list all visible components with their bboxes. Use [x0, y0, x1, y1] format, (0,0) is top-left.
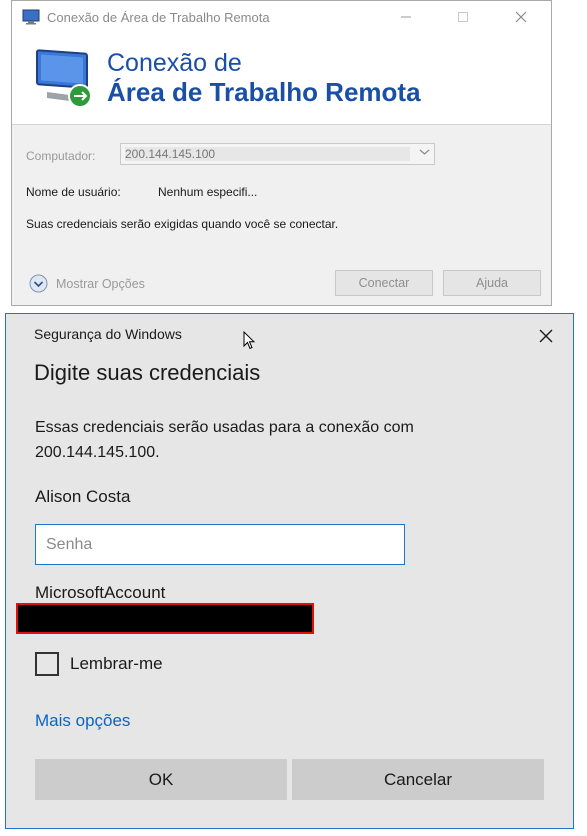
- rdp-window: Conexão de Área de Trabalho Remota Conex…: [11, 0, 552, 306]
- maximize-icon: [458, 12, 468, 22]
- rdp-monitor-icon: [36, 49, 92, 108]
- rdp-window-title: Conexão de Área de Trabalho Remota: [47, 10, 270, 25]
- username-label: Nome de usuário:: [26, 185, 121, 199]
- help-button[interactable]: Ajuda: [443, 270, 541, 296]
- close-icon: [539, 329, 553, 343]
- cancel-button[interactable]: Cancelar: [292, 759, 544, 800]
- rdp-titlebar[interactable]: Conexão de Área de Trabalho Remota: [12, 1, 551, 34]
- expand-chevron-icon[interactable]: [29, 274, 48, 293]
- dialog-close-button[interactable]: [533, 323, 559, 349]
- chevron-down-icon: [419, 149, 430, 155]
- account-type-label: MicrosoftAccount: [35, 583, 166, 602]
- rdp-banner: Conexão de Área de Trabalho Remota: [12, 34, 551, 125]
- mouse-cursor-icon: [243, 331, 256, 350]
- minimize-button[interactable]: [383, 1, 429, 33]
- computer-combobox[interactable]: 200.144.145.100: [120, 143, 435, 165]
- password-input[interactable]: [35, 524, 405, 565]
- ok-button[interactable]: OK: [35, 759, 287, 800]
- computer-label: Computador:: [26, 149, 96, 163]
- maximize-button[interactable]: [440, 1, 486, 33]
- more-options-link[interactable]: Mais opções: [35, 711, 130, 731]
- computer-value: 200.144.145.100: [125, 147, 410, 161]
- rdp-monitor-icon: [22, 9, 40, 25]
- credentials-note: Suas credenciais serão exigidas quando v…: [26, 217, 339, 231]
- close-window-button[interactable]: [498, 1, 544, 33]
- redacted-account-email: [16, 603, 314, 634]
- connect-button[interactable]: Conectar: [335, 270, 433, 296]
- dialog-heading: Digite suas credenciais: [34, 360, 261, 385]
- minimize-icon: [401, 16, 411, 18]
- remember-me-checkbox[interactable]: [35, 652, 59, 676]
- credential-dialog: Segurança do Windows Digite suas credenc…: [5, 313, 574, 829]
- remember-me-label[interactable]: Lembrar-me: [70, 654, 163, 674]
- dialog-title: Segurança do Windows: [34, 326, 182, 342]
- user-name: Alison Costa: [35, 487, 131, 506]
- close-icon: [515, 11, 527, 23]
- dialog-message: Essas credenciais serão usadas para a co…: [35, 419, 414, 461]
- username-value: Nenhum especifi...: [158, 185, 258, 199]
- banner-title-line2: Área de Trabalho Remota: [107, 77, 421, 107]
- banner-title-line1: Conexão de: [107, 49, 242, 77]
- show-options-link[interactable]: Mostrar Opções: [56, 277, 145, 291]
